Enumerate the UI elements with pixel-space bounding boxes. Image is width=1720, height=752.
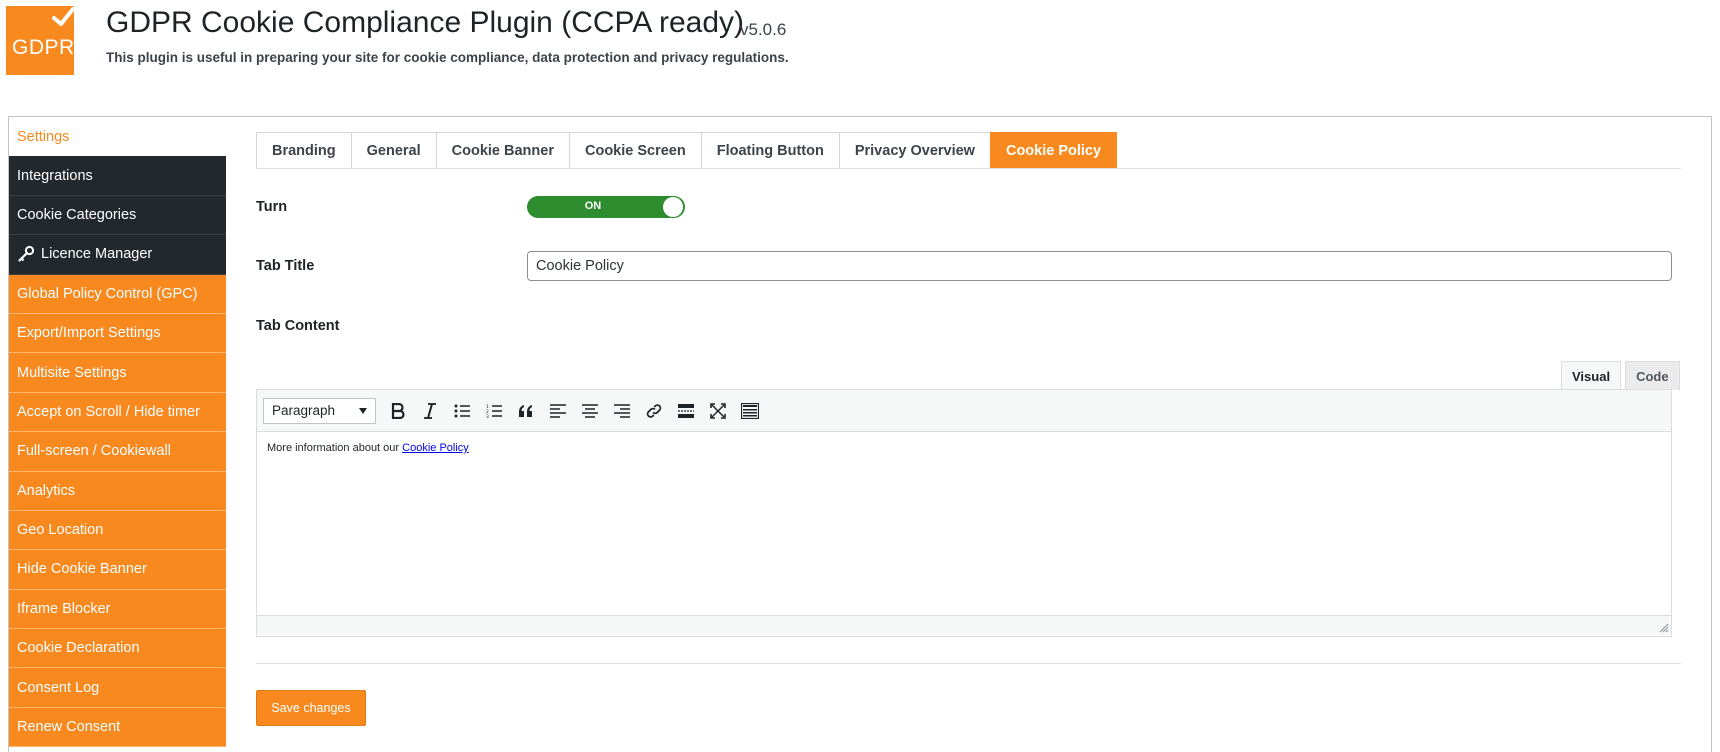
sidebar-item-gpc[interactable]: Global Policy Control (GPC) — [9, 274, 226, 314]
plugin-version: v5.0.6 — [740, 20, 787, 39]
sidebar-item-label: Global Policy Control (GPC) — [17, 285, 198, 302]
bold-icon — [391, 402, 405, 419]
rich-text-editor: Paragraph 123 More information about our… — [256, 389, 1672, 637]
numbered-list-icon: 123 — [486, 404, 502, 418]
svg-text:3: 3 — [486, 414, 489, 418]
insert-link-button[interactable] — [638, 396, 670, 426]
link-icon — [646, 403, 662, 418]
page-title: GDPR Cookie Compliance Plugin (CCPA read… — [106, 6, 745, 39]
editor-statusbar — [257, 615, 1671, 635]
toolbar-toggle-button[interactable] — [734, 396, 766, 426]
align-center-icon — [582, 403, 598, 418]
tab-title-input[interactable] — [527, 251, 1672, 281]
sidebar-item-label: Licence Manager — [41, 246, 153, 263]
turn-toggle[interactable]: ON — [527, 196, 685, 218]
editor-content-text: More information about our — [267, 442, 403, 454]
editor-mode-tabs: Visual Code — [1557, 361, 1680, 390]
sidebar-item-export-import[interactable]: Export/Import Settings — [9, 313, 226, 354]
sidebar-item-cookie-declaration[interactable]: Cookie Declaration — [9, 629, 226, 669]
sidebar-item-label: Consent Log — [17, 679, 100, 696]
align-left-icon — [550, 403, 566, 418]
sidebar-item-iframe-blocker[interactable]: Iframe Blocker — [9, 589, 226, 630]
sidebar-item-label: Settings — [17, 128, 70, 145]
chevron-down-icon — [359, 407, 367, 414]
editor-toolbar: Paragraph 123 — [257, 390, 1671, 432]
sidebar-item-licence-manager[interactable]: Licence Manager — [9, 235, 226, 275]
logo-text: GDPR — [12, 36, 75, 59]
align-left-button[interactable] — [542, 396, 574, 426]
sidebar-item-label: Cookie Categories — [17, 206, 137, 223]
sidebar-item-cookie-categories[interactable]: Cookie Categories — [9, 195, 226, 236]
bold-button[interactable] — [382, 396, 414, 426]
read-more-button[interactable] — [670, 396, 702, 426]
sidebar-item-label: Hide Cookie Banner — [17, 561, 147, 578]
blockquote-icon — [519, 404, 532, 417]
sidebar-item-consent-log[interactable]: Consent Log — [9, 668, 226, 708]
sidebar-item-integrations[interactable]: Integrations — [9, 156, 226, 196]
sidebar-item-label: Analytics — [17, 482, 76, 499]
save-changes-button[interactable]: Save changes — [256, 690, 366, 726]
sidebar-item-label: Integrations — [17, 167, 93, 184]
sidebar-item-fullscreen[interactable]: Full-screen / Cookiewall — [9, 432, 226, 472]
settings-tabs: Branding General Cookie Banner Cookie Sc… — [256, 132, 1118, 169]
editor-content[interactable]: More information about our Cookie Policy — [257, 432, 1671, 615]
tab-content-label: Tab Content — [256, 318, 340, 334]
cookie-policy-link[interactable]: Cookie Policy — [402, 442, 469, 454]
resize-grip-icon[interactable] — [1659, 623, 1669, 633]
sidebar-item-renew-consent[interactable]: Renew Consent — [9, 707, 226, 748]
sidebar-item-label: Renew Consent — [17, 719, 121, 736]
fullscreen-icon — [710, 402, 726, 419]
tab-general[interactable]: General — [350, 132, 436, 169]
sidebar-item-label: Cookie Declaration — [17, 640, 140, 657]
key-icon — [17, 245, 35, 263]
sidebar-item-label: Geo Location — [17, 522, 104, 539]
align-right-icon — [614, 403, 630, 418]
align-right-button[interactable] — [606, 396, 638, 426]
numbered-list-button[interactable]: 123 — [478, 396, 510, 426]
tab-branding[interactable]: Branding — [256, 132, 351, 169]
settings-sidebar: Settings Integrations Cookie Categories … — [9, 117, 226, 748]
fullscreen-button[interactable] — [702, 396, 734, 426]
form-divider — [256, 663, 1681, 664]
page-subtitle: This plugin is useful in preparing your … — [106, 50, 789, 65]
plugin-logo: GDPR — [6, 6, 75, 75]
sidebar-item-label: Iframe Blocker — [17, 600, 111, 617]
turn-label: Turn — [256, 199, 288, 215]
tab-cookie-banner[interactable]: Cookie Banner — [435, 132, 569, 169]
tab-privacy-overview[interactable]: Privacy Overview — [838, 132, 990, 169]
sidebar-item-label: Full-screen / Cookiewall — [17, 443, 171, 460]
italic-icon — [424, 402, 436, 419]
sidebar-item-multisite[interactable]: Multisite Settings — [9, 353, 226, 393]
editor-tab-visual[interactable]: Visual — [1561, 361, 1622, 390]
sidebar-item-settings[interactable]: Settings — [9, 117, 226, 157]
sidebar-item-label: Accept on Scroll / Hide timer — [17, 403, 200, 420]
tabs-divider — [256, 168, 1681, 169]
bullet-list-button[interactable] — [446, 396, 478, 426]
toggle-knob — [663, 197, 683, 217]
sidebar-item-label: Export/Import Settings — [17, 325, 161, 342]
bullet-list-icon — [454, 404, 470, 417]
sidebar-item-accept-on-scroll[interactable]: Accept on Scroll / Hide timer — [9, 392, 226, 433]
italic-button[interactable] — [414, 396, 446, 426]
tab-title-label: Tab Title — [256, 258, 315, 274]
editor-tab-code[interactable]: Code — [1625, 361, 1680, 390]
toggle-state-text: ON — [584, 200, 602, 212]
format-select-value: Paragraph — [272, 403, 336, 418]
format-select[interactable]: Paragraph — [263, 397, 376, 424]
sidebar-item-geo-location[interactable]: Geo Location — [9, 510, 226, 551]
tab-cookie-policy[interactable]: Cookie Policy — [989, 132, 1118, 169]
checkmark-icon — [52, 7, 75, 26]
sidebar-item-hide-cookie-banner[interactable]: Hide Cookie Banner — [9, 550, 226, 590]
tab-floating-button[interactable]: Floating Button — [700, 132, 839, 169]
keyboard-icon — [741, 402, 759, 419]
read-more-icon — [678, 403, 694, 418]
blockquote-button[interactable] — [510, 396, 542, 426]
tab-cookie-screen[interactable]: Cookie Screen — [568, 132, 701, 169]
align-center-button[interactable] — [574, 396, 606, 426]
sidebar-item-label: Multisite Settings — [17, 364, 127, 381]
sidebar-item-analytics[interactable]: Analytics — [9, 471, 226, 511]
